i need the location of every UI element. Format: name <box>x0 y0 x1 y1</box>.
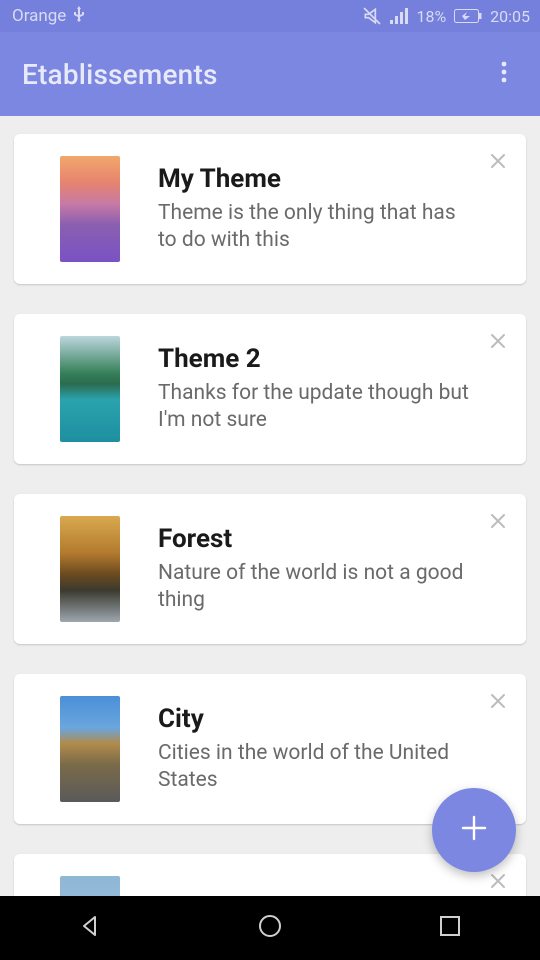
plus-icon <box>459 813 489 847</box>
close-icon <box>490 870 506 895</box>
list-item[interactable]: My Theme Theme is the only thing that ha… <box>14 134 526 284</box>
close-icon <box>490 510 506 535</box>
page-title: Etablissements <box>22 58 486 91</box>
item-thumbnail <box>60 876 120 896</box>
close-icon <box>490 150 506 175</box>
item-thumbnail <box>60 696 120 802</box>
item-title: Forest <box>158 524 478 554</box>
dismiss-button[interactable] <box>484 688 512 716</box>
item-title: City <box>158 704 478 734</box>
item-thumbnail <box>60 516 120 622</box>
list-item[interactable]: Forest Nature of the world is not a good… <box>14 494 526 644</box>
item-desc: Thanks for the update though but I'm not… <box>158 380 478 435</box>
nav-recents-button[interactable] <box>430 908 470 948</box>
add-button[interactable] <box>432 788 516 872</box>
item-desc: Cities in the world of the United States <box>158 740 478 795</box>
back-icon <box>78 914 102 942</box>
close-icon <box>490 690 506 715</box>
list-item[interactable]: Theme 2 Thanks for the update though but… <box>14 314 526 464</box>
item-text: My Theme Theme is the only thing that ha… <box>158 164 508 255</box>
app-bar: Etablissements <box>0 32 540 116</box>
clock-label: 20:05 <box>490 7 530 26</box>
status-bar: Orange 18% 20:05 <box>0 0 540 32</box>
item-text: City Cities in the world of the United S… <box>158 704 508 795</box>
status-left: Orange <box>12 6 362 27</box>
recents-icon <box>439 915 461 941</box>
item-text: Theme 2 Thanks for the update though but… <box>158 344 508 435</box>
battery-icon <box>454 9 482 23</box>
overflow-menu-button[interactable] <box>486 56 522 92</box>
signal-icon <box>390 8 408 24</box>
more-vert-icon <box>501 60 507 88</box>
dismiss-button[interactable] <box>484 868 512 896</box>
close-icon <box>490 330 506 355</box>
item-desc: Nature of the world is not a good thing <box>158 560 478 615</box>
usb-icon <box>72 6 86 27</box>
carrier-label: Orange <box>12 6 66 26</box>
system-nav-bar <box>0 896 540 960</box>
item-thumbnail <box>60 156 120 262</box>
battery-pct: 18% <box>416 7 446 26</box>
list[interactable]: My Theme Theme is the only thing that ha… <box>0 116 540 896</box>
item-thumbnail <box>60 336 120 442</box>
status-right: 18% 20:05 <box>362 6 530 26</box>
nav-back-button[interactable] <box>70 908 110 948</box>
item-title: Theme 2 <box>158 344 478 374</box>
item-title: My Theme <box>158 164 478 194</box>
item-desc: Theme is the only thing that has to do w… <box>158 200 478 255</box>
item-text: Forest Nature of the world is not a good… <box>158 524 508 615</box>
dismiss-button[interactable] <box>484 328 512 356</box>
mute-icon <box>362 6 382 26</box>
nav-home-button[interactable] <box>250 908 290 948</box>
dismiss-button[interactable] <box>484 148 512 176</box>
dismiss-button[interactable] <box>484 508 512 536</box>
home-icon <box>257 913 283 943</box>
